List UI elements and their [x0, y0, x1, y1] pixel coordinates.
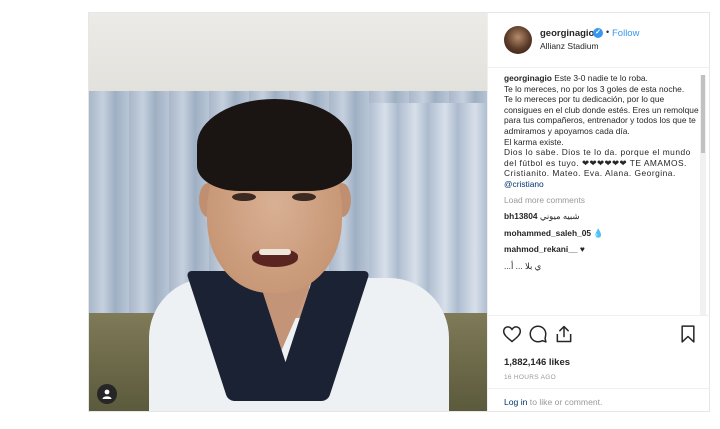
login-prompt: Log in to like or comment. — [504, 397, 602, 407]
login-prompt-text: to like or comment. — [527, 397, 603, 407]
photo-hair — [197, 99, 352, 191]
comment-icon[interactable] — [528, 324, 548, 344]
caption-line-4: El karma existe. — [504, 136, 564, 147]
bookmark-icon[interactable] — [678, 324, 698, 344]
photo-eye-left — [232, 193, 256, 201]
post-header: georginagio ✓ • Follow Allianz Stadium — [488, 13, 710, 68]
user-tag-icon[interactable] — [97, 384, 117, 404]
instagram-post-card: georginagio ✓ • Follow Allianz Stadium g… — [88, 12, 710, 412]
login-bar: Log in to like or comment. — [488, 388, 710, 413]
comment-text: 💧 — [593, 227, 604, 238]
comment-username[interactable]: bh13804 — [504, 211, 538, 221]
photo-background — [89, 13, 487, 93]
login-link[interactable]: Log in — [504, 397, 527, 407]
caption-mention[interactable]: @cristiano — [504, 179, 700, 190]
post-actions: 1,882,146 likes 16 HOURS AGO Log in to l… — [488, 315, 710, 412]
scrollbar-thumb[interactable] — [701, 75, 705, 153]
post-photo[interactable] — [89, 13, 487, 411]
comment-row: mahmod_rekani__ ♥ — [504, 244, 700, 255]
comment-row: mohammed_saleh_05 💧 — [504, 228, 700, 239]
header-separator: • — [606, 27, 610, 37]
load-more-comments-button[interactable]: Load more comments — [504, 195, 700, 206]
caption-line-3: Te lo mereces por tu dedicación, por lo … — [504, 94, 699, 136]
photo-eye-right — [292, 193, 316, 201]
comment-text: ...ي بلا ... أ — [504, 260, 542, 271]
comments-scrollbar[interactable] — [700, 75, 706, 315]
caption-line-2: Te lo mereces, no por los 3 goles de est… — [504, 83, 685, 94]
caption-line-5: Dios lo sabe. Dios te lo da. porque el m… — [504, 147, 691, 179]
comment-text: شبيه ميوني — [539, 211, 580, 222]
comment-username[interactable]: mahmod_rekani__ — [504, 244, 578, 254]
post-sidebar: georginagio ✓ • Follow Allianz Stadium g… — [487, 13, 710, 412]
photo-teeth — [259, 249, 291, 255]
likes-count[interactable]: 1,882,146 likes — [504, 357, 570, 368]
heart-icon[interactable] — [502, 324, 522, 344]
header-username[interactable]: georginagio — [540, 28, 594, 39]
post-location[interactable]: Allianz Stadium — [540, 41, 599, 51]
post-timestamp[interactable]: 16 HOURS AGO — [504, 374, 556, 381]
caption-line-1: Este 3-0 nadie te lo roba. — [554, 73, 648, 83]
avatar[interactable] — [504, 26, 532, 54]
follow-button[interactable]: Follow — [612, 28, 639, 39]
comment-text: ♥ — [579, 244, 585, 255]
comments-section: georginagio Este 3-0 nadie te lo roba. T… — [504, 73, 700, 313]
comment-row: bh13804 شبيه ميوني — [504, 211, 700, 222]
share-icon[interactable] — [554, 324, 574, 344]
caption: georginagio Este 3-0 nadie te lo roba. T… — [504, 73, 700, 190]
comment-row: ...ي بلا ... أ — [504, 261, 700, 272]
caption-username[interactable]: georginagio — [504, 73, 552, 83]
comment-username[interactable]: mohammed_saleh_05 — [504, 228, 591, 238]
verified-badge-icon: ✓ — [593, 28, 603, 38]
